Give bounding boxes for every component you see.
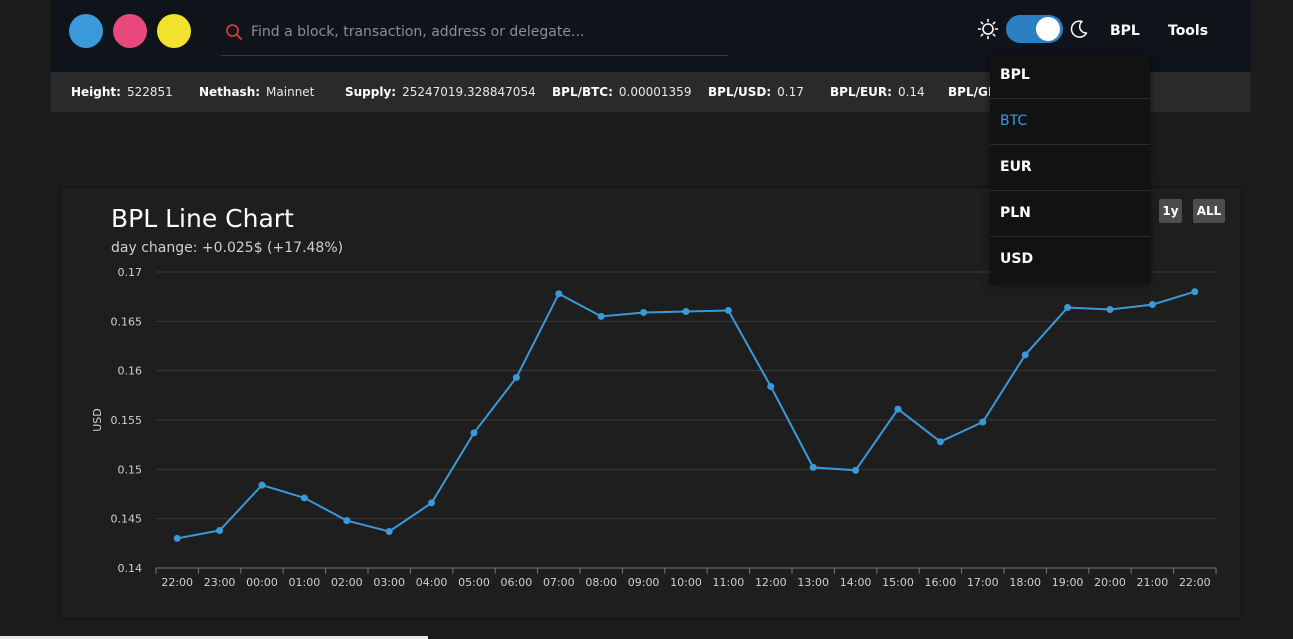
y-tick-label: 0.165: [111, 315, 143, 328]
stat-supply: Supply: 25247019.328847054: [345, 85, 536, 99]
stat-bpl-eur: BPL/EUR: 0.14: [830, 85, 925, 99]
x-tick-label: 17:00: [967, 576, 999, 589]
x-tick-label: 09:00: [628, 576, 660, 589]
data-point[interactable]: [173, 534, 181, 542]
moon-icon[interactable]: [1069, 19, 1089, 39]
data-point[interactable]: [470, 429, 478, 437]
x-tick-label: 05:00: [458, 576, 490, 589]
data-point[interactable]: [343, 517, 351, 525]
x-tick-label: 19:00: [1052, 576, 1084, 589]
data-point[interactable]: [767, 382, 775, 390]
series-line: [177, 290, 1196, 540]
search-bar: [221, 12, 728, 56]
stat-bpl-btc: BPL/BTC: 0.00001359: [552, 85, 692, 99]
data-point[interactable]: [258, 481, 266, 489]
data-point[interactable]: [1148, 301, 1156, 309]
y-tick-label: 0.15: [118, 463, 143, 476]
x-tick-label: 00:00: [246, 576, 278, 589]
data-point[interactable]: [640, 308, 648, 316]
y-tick-label: 0.14: [118, 562, 143, 575]
currency-option-eur[interactable]: EUR: [990, 145, 1150, 191]
currency-dropdown: BPL BTC EUR PLN USD: [990, 53, 1150, 283]
x-tick-label: 23:00: [204, 576, 236, 589]
x-tick-label: 07:00: [543, 576, 575, 589]
data-point[interactable]: [428, 499, 436, 507]
theme-toggle[interactable]: [1006, 15, 1063, 43]
data-point[interactable]: [597, 312, 605, 320]
data-point[interactable]: [300, 494, 308, 502]
x-tick-label: 11:00: [713, 576, 745, 589]
data-point[interactable]: [1106, 305, 1114, 313]
x-tick-label: 22:00: [161, 576, 193, 589]
currency-option-pln[interactable]: PLN: [990, 191, 1150, 237]
data-point[interactable]: [936, 438, 944, 446]
x-tick-label: 03:00: [373, 576, 405, 589]
x-tick-label: 10:00: [670, 576, 702, 589]
y-tick-label: 0.155: [111, 414, 143, 427]
x-tick-label: 04:00: [416, 576, 448, 589]
data-point[interactable]: [1191, 288, 1199, 296]
x-tick-label: 13:00: [797, 576, 829, 589]
data-point[interactable]: [555, 290, 563, 298]
x-tick-label: 20:00: [1094, 576, 1126, 589]
y-axis-label: USD: [91, 408, 104, 432]
tools-menu-button[interactable]: Tools: [1168, 23, 1208, 39]
data-point[interactable]: [979, 418, 987, 426]
pink-dot[interactable]: [113, 14, 147, 48]
currency-menu-button[interactable]: BPL: [1110, 23, 1140, 39]
stat-bpl-usd: BPL/USD: 0.17: [708, 85, 804, 99]
x-tick-label: 14:00: [840, 576, 872, 589]
data-point[interactable]: [894, 405, 902, 413]
search-input[interactable]: [251, 20, 721, 44]
x-tick-label: 15:00: [882, 576, 914, 589]
data-point[interactable]: [724, 306, 732, 314]
blue-dot[interactable]: [69, 14, 103, 48]
currency-option-usd[interactable]: USD: [990, 237, 1150, 283]
data-point[interactable]: [512, 374, 520, 382]
x-tick-label: 16:00: [925, 576, 957, 589]
x-tick-label: 06:00: [501, 576, 533, 589]
data-point[interactable]: [385, 527, 393, 535]
x-tick-label: 21:00: [1137, 576, 1169, 589]
sun-icon[interactable]: [977, 18, 999, 40]
data-point[interactable]: [1021, 351, 1029, 359]
data-point[interactable]: [1064, 304, 1072, 312]
currency-option-btc[interactable]: BTC: [990, 99, 1150, 145]
data-point[interactable]: [852, 466, 860, 474]
x-tick-label: 12:00: [755, 576, 787, 589]
data-point[interactable]: [682, 307, 690, 315]
x-tick-label: 18:00: [1009, 576, 1041, 589]
stat-nethash: Nethash: Mainnet: [199, 85, 315, 99]
data-point[interactable]: [809, 463, 817, 471]
currency-option-bpl[interactable]: BPL: [990, 53, 1150, 99]
x-tick-label: 08:00: [585, 576, 617, 589]
stat-height: Height: 522851: [71, 85, 173, 99]
y-tick-label: 0.145: [111, 513, 143, 526]
y-tick-label: 0.17: [118, 266, 143, 279]
x-tick-label: 01:00: [289, 576, 321, 589]
data-point[interactable]: [216, 527, 224, 535]
x-tick-label: 22:00: [1179, 576, 1211, 589]
toggle-knob: [1036, 17, 1060, 41]
yellow-dot[interactable]: [157, 14, 191, 48]
x-tick-label: 02:00: [331, 576, 363, 589]
search-icon[interactable]: [225, 23, 243, 41]
y-tick-label: 0.16: [118, 365, 143, 378]
